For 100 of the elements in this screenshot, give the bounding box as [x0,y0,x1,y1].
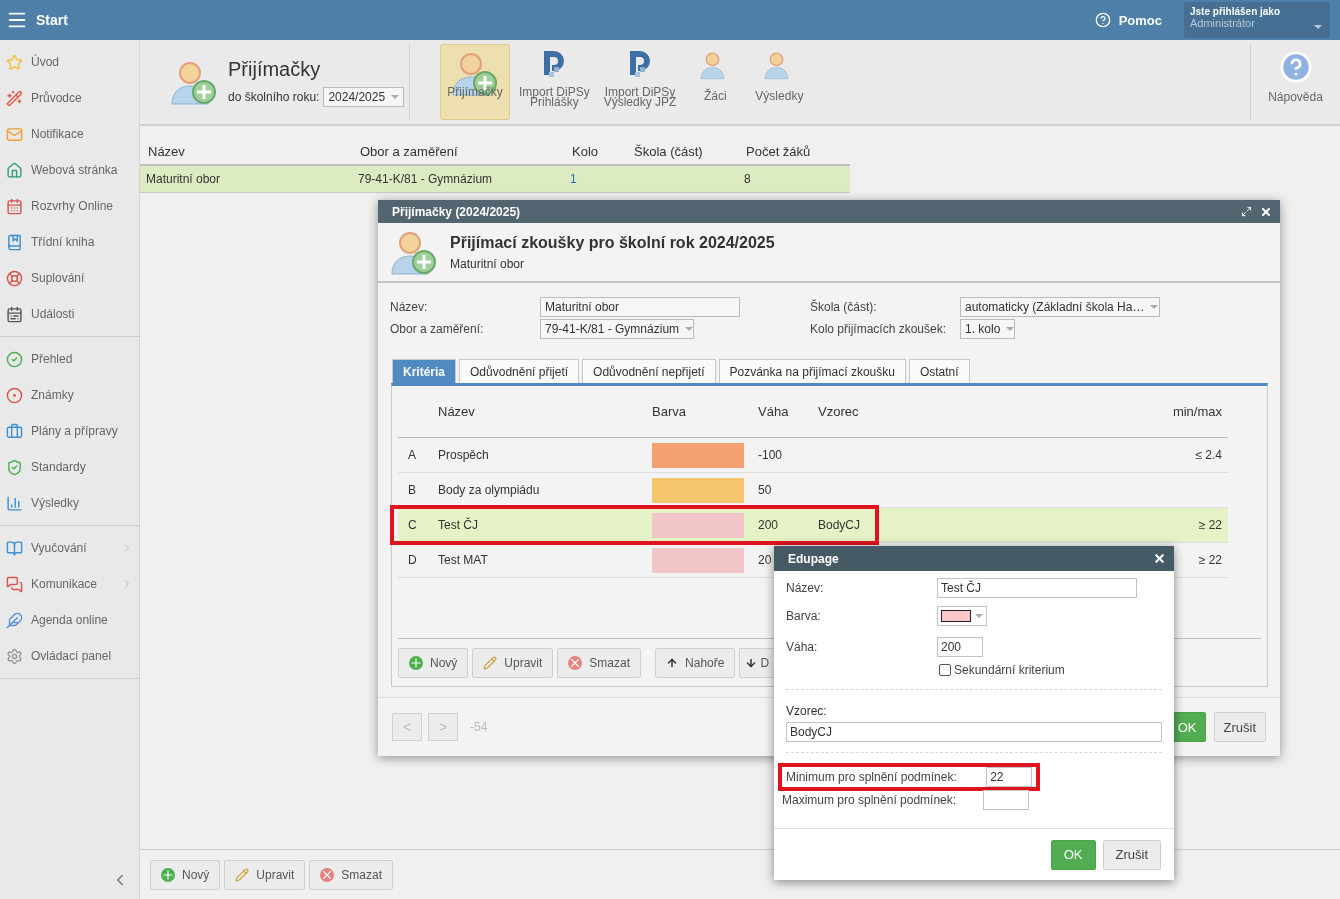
pager-info: -54 [470,720,488,734]
sidebar-item[interactable]: Výsledky [0,485,139,521]
maximize-icon[interactable] [1241,205,1252,217]
sidebar-item[interactable]: Přehled [0,341,139,377]
column-header: min/max [1171,404,1223,419]
chat-icon [6,575,23,593]
delete-icon [568,655,583,670]
circle-icon [6,386,23,404]
table-cell: Test MAT [438,553,488,567]
close-icon[interactable] [1153,552,1166,565]
check-circle-icon [6,350,23,368]
table-cell: 200 [758,518,779,532]
toolbar-button[interactable]: Import DiPSy Výsledky JPZ [598,44,682,120]
envelope-icon [6,125,23,143]
calendar-icon [6,197,23,215]
sidebar-item[interactable]: Webová stránka [0,152,139,188]
page-title: Přijímačky [228,57,322,81]
question-icon [1278,50,1313,84]
table-cell-text: Maturitní obor [146,172,222,186]
help-link[interactable]: Pomoc [1094,12,1162,28]
star-icon [6,53,23,71]
action-button[interactable]: D [739,647,776,678]
toolbar-button[interactable]: Import DiPSy Prihlášky [514,44,595,120]
tab[interactable]: Odůvodnění přijetí [459,359,580,383]
sidebar-item[interactable]: Známky [0,377,139,413]
close-icon[interactable] [1260,205,1272,218]
user-name: Administrátor [1190,17,1255,29]
table-cell: BodyCJ [818,518,861,532]
dialog-title: Přijímačky (2024/2025) [392,204,521,219]
criteria-row[interactable]: A Prospěch -100 ≤ 2.4 [398,438,1228,473]
field-label: Obor a zaměření: [390,322,485,336]
table-cell: Prospěch [438,448,489,462]
cancel-button[interactable]: Zrušit [1102,839,1161,870]
year-select[interactable]: 2024/2025 [323,86,405,107]
action-button[interactable]: Nový [150,859,221,890]
sidebar-item[interactable]: Vyučování [0,530,139,566]
user-menu[interactable]: Jste přihlášen jako Administrátor [1184,2,1330,38]
sidebar-item[interactable]: Úvod [0,44,139,80]
table-row[interactable]: Maturitní obor 79-41-K/81 - Gymnázium 1 8 [140,166,850,193]
sidebar-item[interactable]: Komunikace [0,566,139,602]
open-book-icon [6,539,23,557]
sidebar-item[interactable]: Ovládací panel [0,638,139,674]
sidebar-item[interactable]: Agenda online [0,602,139,638]
pencil-icon [483,655,498,670]
column-header: Počet žáků [746,143,812,159]
plus-icon [409,655,423,670]
sidebar-item[interactable]: Třídní kniha [0,224,139,260]
action-button[interactable]: Smazat [309,859,394,890]
sidebar-item[interactable]: Události [0,296,139,332]
sidebar-item[interactable]: Rozvrhy Online [0,188,139,224]
field-label: Maximum pro splnění podmínek: [782,793,958,807]
select-field[interactable]: automaticky (Základní škola Ha… [960,297,1160,317]
table-cell-text: ≥ 22 [1198,518,1223,532]
checkbox[interactable]: Sekundární kriterium [939,661,1162,679]
action-button[interactable]: Nový [398,647,469,678]
sidebar-item[interactable]: Notifikace [0,116,139,152]
ok-button[interactable]: OK [1050,839,1096,870]
sidebar-item[interactable]: Suplování [0,260,139,296]
year-label: do školního roku: [228,89,320,104]
shield-icon [6,458,23,476]
action-button[interactable]: Smazat [557,647,642,678]
field-label: Název: [390,300,429,314]
toolbar-button[interactable]: Žáci [685,44,746,120]
arrow-down-icon [745,656,758,669]
input-field[interactable]: 200 [937,637,983,657]
action-button[interactable]: Upravit [224,859,306,890]
input-field[interactable]: Test ČJ [937,578,1137,598]
select-field[interactable]: 79-41-K/81 - Gymnázium [540,319,694,339]
action-button[interactable]: Nahoře [655,647,736,678]
document-logo-icon [628,49,653,77]
lifebuoy-icon [6,269,23,287]
book-icon [6,233,23,251]
table-cell: 20 [758,553,772,567]
select-field[interactable]: 1. kolo [960,319,1015,339]
tab[interactable]: Kritéria [392,359,457,383]
cancel-button[interactable]: Zrušit [1213,712,1266,742]
tab[interactable]: Ostatní [908,359,970,383]
help-button[interactable]: Nápověda [1250,44,1340,120]
table-cell: -100 [758,448,783,462]
column-header: Obor a zaměření [360,143,459,159]
color-picker[interactable] [937,606,987,626]
tab[interactable]: Pozvánka na přijímací zkoušku [718,359,906,383]
input-field[interactable]: Maturitní obor [540,297,740,317]
action-button[interactable]: Upravit [472,647,554,678]
sidebar-item[interactable]: Plány a přípravy [0,413,139,449]
row-letter: A [407,448,416,462]
toolbar-button[interactable]: Výsledky [749,44,810,120]
sidebar-item[interactable]: Standardy [0,449,139,485]
wand-icon [6,89,23,107]
field-label: Název: [786,581,825,595]
help-icon [1094,12,1111,28]
dialog-heading: Přijímací zkoušky pro školní rok 2024/2025 [450,233,775,252]
toolbar-button[interactable]: Přijímačky [440,44,510,120]
input-field[interactable]: 22 [986,767,1032,787]
sidebar-item[interactable]: Průvodce [0,80,139,116]
calendar-icon [6,305,23,323]
tab[interactable]: Odůvodnění nepřijetí [582,359,716,383]
input-field[interactable]: BodyCJ [786,722,1162,742]
column-header: Barva [652,404,687,419]
input-field[interactable] [983,790,1029,810]
